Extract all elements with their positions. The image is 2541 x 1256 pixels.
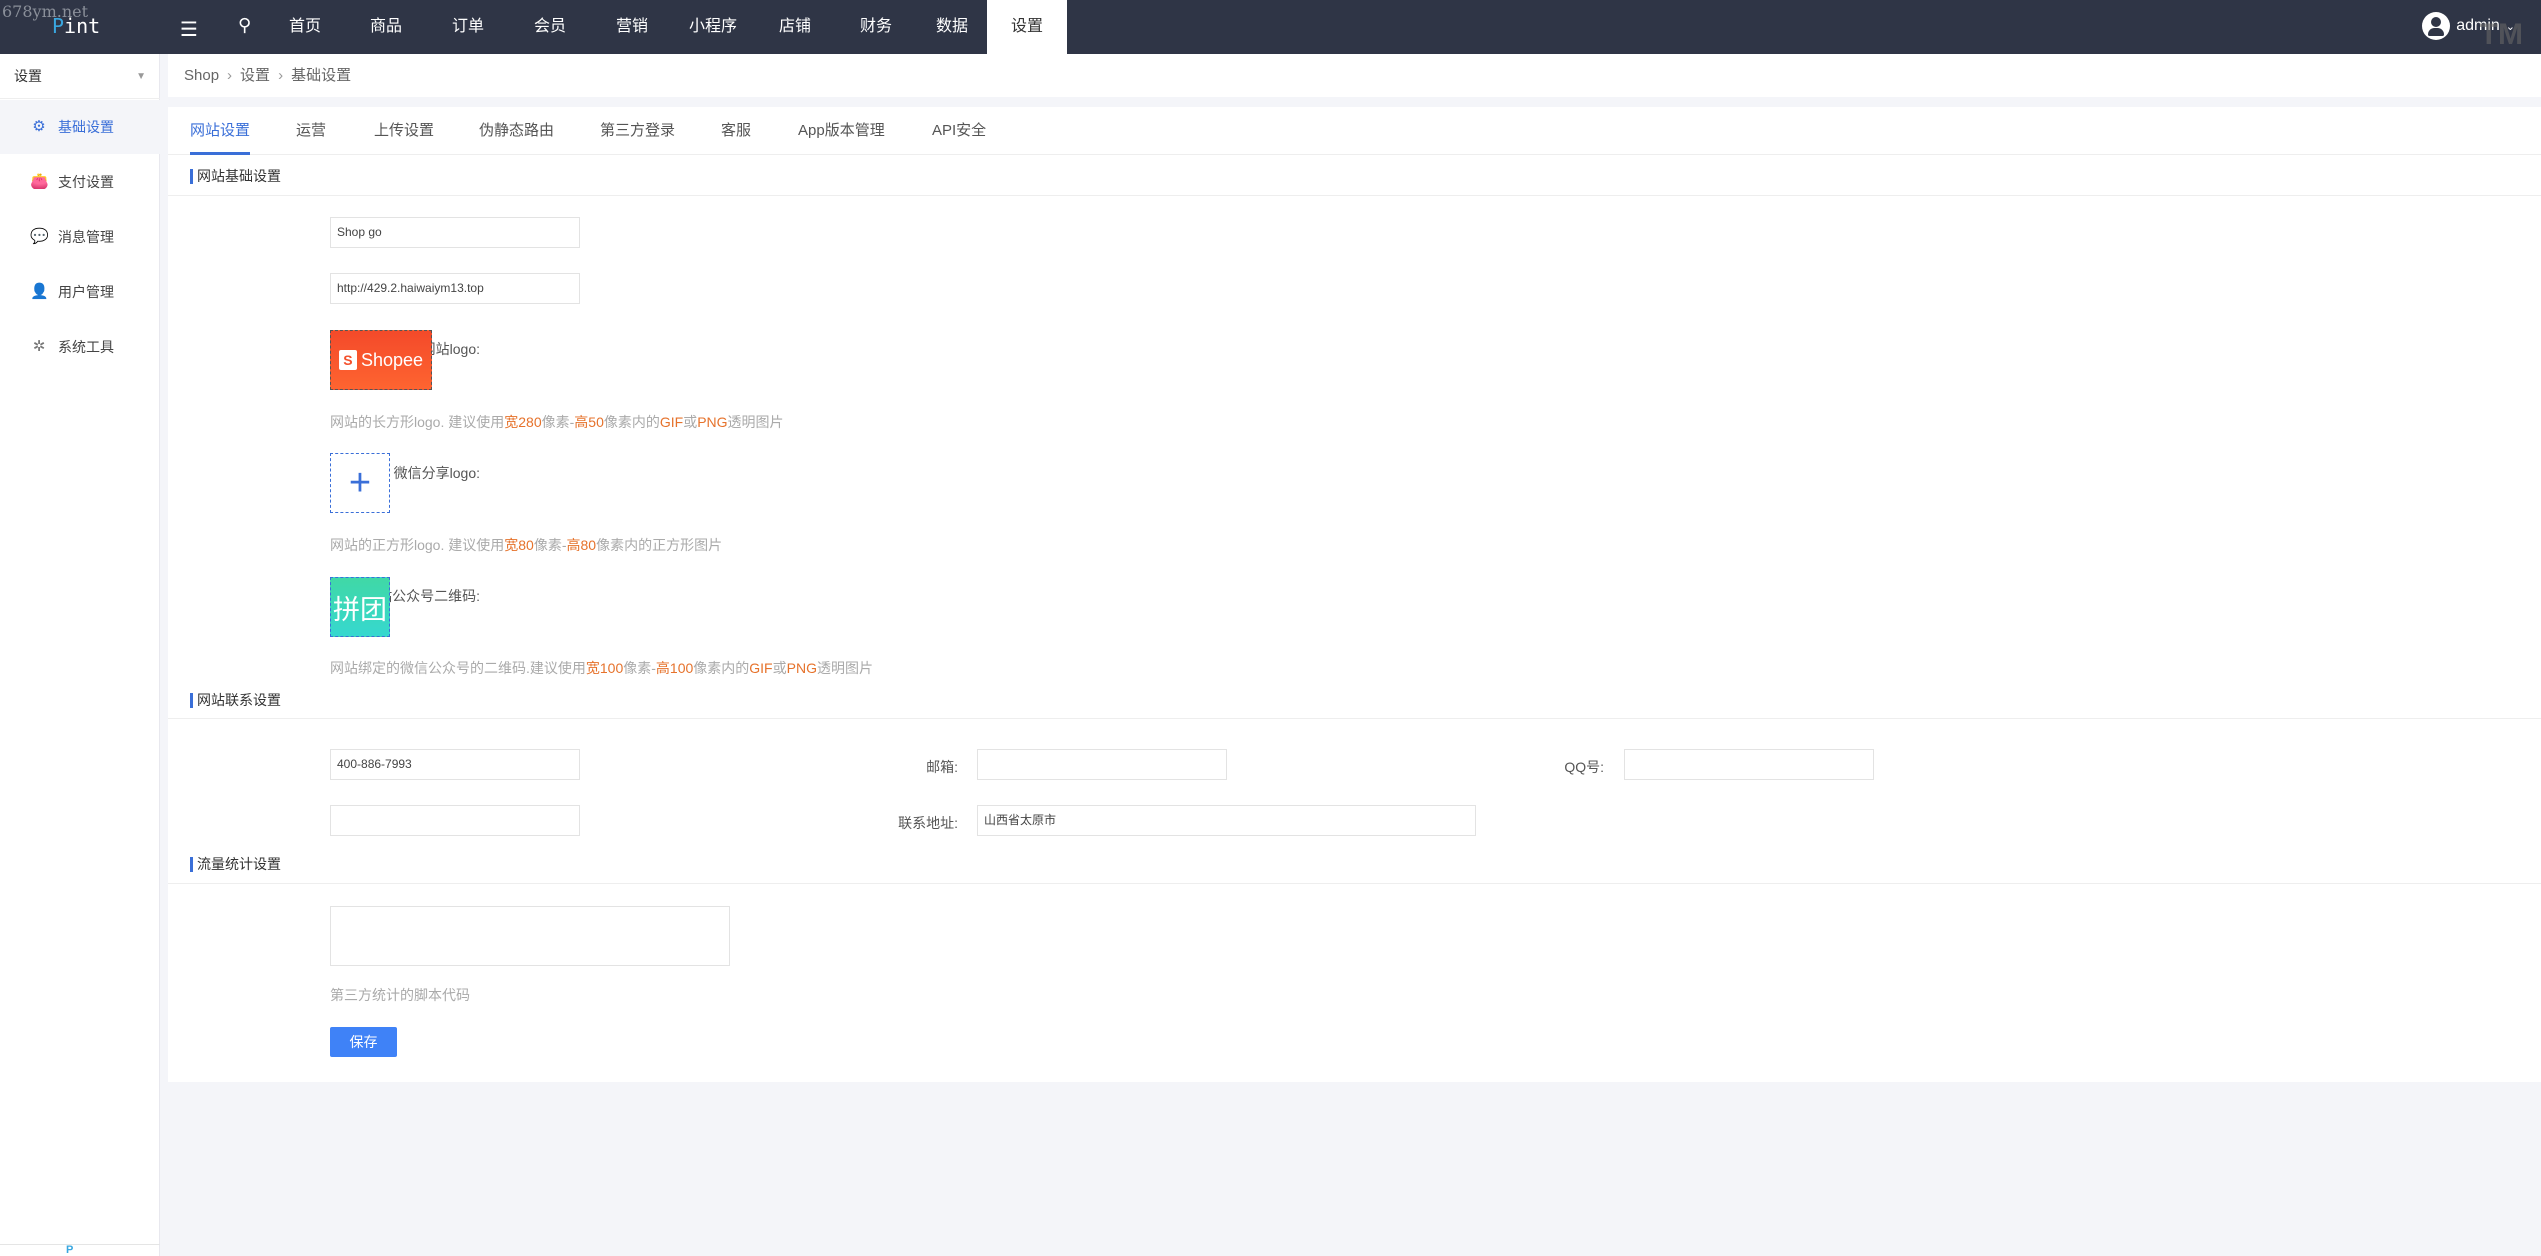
- share-logo-hint: 网站的正方形logo. 建议使用宽80像素-高80像素内的正方形图片: [330, 537, 723, 553]
- stats-hint: 第三方统计的脚本代码: [330, 987, 470, 1003]
- tab[interactable]: App版本管理: [798, 107, 885, 155]
- sidebar-item-label: 消息管理: [58, 229, 114, 245]
- save-button[interactable]: 保存: [330, 1027, 397, 1057]
- qq-label: QQ号:: [1564, 759, 1604, 775]
- breadcrumb-item[interactable]: Shop: [184, 67, 219, 84]
- shopee-bag-icon: S: [338, 350, 357, 370]
- stats-code-textarea[interactable]: [330, 906, 730, 966]
- qr-hint: 网站绑定的微信公众号的二维码.建议使用宽100像素-高100像素内的GIF或PN…: [330, 660, 873, 676]
- gear-icon: ⚙: [32, 118, 46, 135]
- tab[interactable]: 客服: [721, 107, 751, 155]
- section-title: 网站联系设置: [190, 693, 281, 708]
- section-title: 流量统计设置: [190, 857, 281, 872]
- qr-code-upload[interactable]: 拼团: [330, 577, 390, 637]
- top-navbar: Pint ☰ ⚲ 首页 商品 订单 会员 营销 小程序 店铺 财务 数据 设置 admin ⌄ TM: [0, 0, 2541, 54]
- sidebar-item[interactable]: ⚙ 基础设置: [0, 100, 160, 154]
- tab[interactable]: 运营: [296, 107, 326, 155]
- email-label: 邮箱:: [926, 759, 958, 775]
- site-logo-upload[interactable]: S Shopee: [330, 330, 432, 390]
- address-input[interactable]: 山西省太原市: [977, 805, 1476, 836]
- sidebar-divider: [0, 1244, 160, 1256]
- tab-bar: 网站设置 运营 上传设置 伪静态路由 第三方登录 客服 App版本管理 API安全: [168, 107, 2541, 155]
- tm-watermark: TM: [2479, 18, 2523, 51]
- nav-item[interactable]: 店铺: [755, 0, 835, 54]
- settings-card: 网站设置 运营 上传设置 伪静态路由 第三方登录 客服 App版本管理 API安全 网站基础设…: [168, 107, 2541, 1082]
- email-input[interactable]: [977, 749, 1227, 780]
- tab[interactable]: 第三方登录: [600, 107, 675, 155]
- nav-item[interactable]: 小程序: [673, 0, 753, 54]
- breadcrumb-item[interactable]: 设置: [240, 67, 270, 84]
- sidebar-item-label: 用户管理: [58, 284, 114, 300]
- url-input[interactable]: http://429.2.haiwaiym13.top: [330, 273, 580, 304]
- sidebar-item[interactable]: 👛 支付设置: [0, 155, 160, 209]
- sidebar-item-label: 系统工具: [58, 339, 114, 355]
- section-title: 网站基础设置: [190, 169, 281, 184]
- divider: [168, 883, 2541, 884]
- address-label: 联系地址:: [898, 815, 958, 831]
- qq-input[interactable]: [1624, 749, 1874, 780]
- site-name-input[interactable]: Shop go: [330, 217, 580, 248]
- sidebar-item-label: 基础设置: [58, 119, 114, 135]
- wechat-input[interactable]: [330, 805, 580, 836]
- watermark: 678ym.net: [2, 2, 89, 21]
- tab[interactable]: 上传设置: [374, 107, 434, 155]
- menu-icon[interactable]: ☰: [180, 17, 198, 42]
- breadcrumb: Shop › 设置 › 基础设置: [168, 54, 2541, 97]
- nav-item[interactable]: 设置: [987, 0, 1067, 54]
- sidebar-title[interactable]: 设置 ▼: [0, 54, 160, 99]
- tab[interactable]: 伪静态路由: [479, 107, 554, 155]
- nav-item[interactable]: 首页: [265, 0, 345, 54]
- tab[interactable]: 网站设置: [190, 107, 251, 155]
- tools-icon: ✲: [32, 338, 46, 355]
- nav-item[interactable]: 财务: [836, 0, 916, 54]
- tab[interactable]: API安全: [932, 107, 986, 155]
- user-icon: 👤: [30, 283, 49, 300]
- plus-icon[interactable]: +: [330, 453, 390, 513]
- logo-hint: 网站的长方形logo. 建议使用宽280像素-高50像素内的GIF或PNG透明图…: [330, 414, 784, 430]
- divider: [168, 718, 2541, 719]
- caret-down-icon: ▼: [136, 71, 146, 82]
- phone-input[interactable]: 400-886-7993: [330, 749, 580, 780]
- nav-item[interactable]: 营销: [592, 0, 672, 54]
- sidebar-item[interactable]: 👤 用户管理: [0, 265, 160, 319]
- wallet-icon: 👛: [30, 173, 49, 190]
- sidebar-footer-logo: P: [66, 1244, 74, 1256]
- sidebar-item[interactable]: 💬 消息管理: [0, 210, 160, 264]
- nav-item[interactable]: 数据: [917, 0, 987, 54]
- avatar: [2422, 12, 2451, 40]
- sidebar-item-label: 支付设置: [58, 174, 114, 190]
- sidebar-item[interactable]: ✲ 系统工具: [0, 320, 160, 374]
- nav-item[interactable]: 商品: [346, 0, 426, 54]
- nav-item[interactable]: 会员: [510, 0, 590, 54]
- divider: [168, 195, 2541, 196]
- breadcrumb-item: 基础设置: [291, 67, 352, 84]
- message-icon: 💬: [30, 228, 49, 245]
- search-icon[interactable]: ⚲: [238, 15, 251, 36]
- nav-item[interactable]: 订单: [428, 0, 508, 54]
- sidebar: 设置 ▼ ⚙ 基础设置 👛 支付设置 💬 消息管理 👤 用户管理 ✲ 系统工具 P: [0, 54, 160, 1256]
